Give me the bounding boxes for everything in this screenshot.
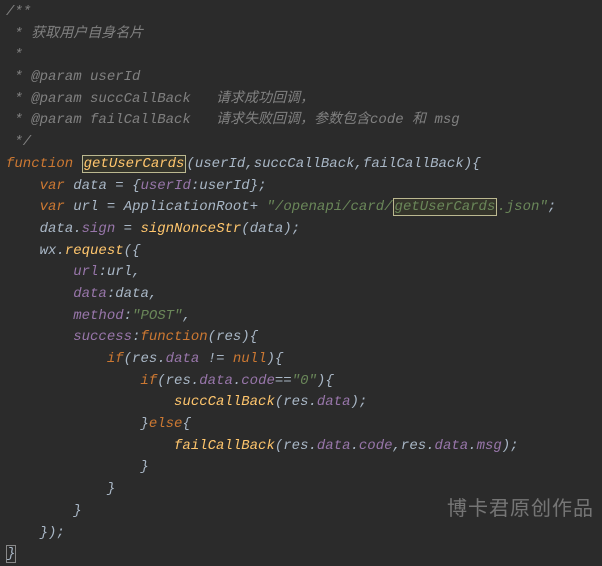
code-line: }	[6, 479, 596, 501]
code-line: wx.request({	[6, 241, 596, 263]
string-highlighted: getUserCards	[393, 198, 498, 216]
comment-line: * @param succCallBack 请求成功回调，	[6, 89, 596, 111]
code-line: }	[6, 501, 596, 523]
code-line: var data = {userId:userId};	[6, 176, 596, 198]
code-line: var url = ApplicationRoot+ "/openapi/car…	[6, 197, 596, 219]
comment-line: */	[6, 132, 596, 154]
code-line: method:"POST",	[6, 306, 596, 328]
code-line: });	[6, 523, 596, 545]
code-line: function getUserCards(userId,succCallBac…	[6, 154, 596, 176]
comment-line: /**	[6, 2, 596, 24]
keyword-function: function	[6, 156, 73, 172]
code-line: succCallBack(res.data);	[6, 392, 596, 414]
code-line: }	[6, 544, 596, 566]
code-editor[interactable]: /** * 获取用户自身名片 * * @param userId * @para…	[6, 2, 596, 566]
code-line: failCallBack(res.data.code,res.data.msg)…	[6, 436, 596, 458]
comment-line: * 获取用户自身名片	[6, 24, 596, 46]
code-line: }else{	[6, 414, 596, 436]
comment-line: * @param userId	[6, 67, 596, 89]
function-name-highlighted: getUserCards	[82, 155, 187, 173]
cursor-position: }	[6, 545, 16, 563]
code-line: if(res.data != null){	[6, 349, 596, 371]
code-line: if(res.data.code=="0"){	[6, 371, 596, 393]
comment-line: *	[6, 45, 596, 67]
code-line: data:data,	[6, 284, 596, 306]
code-line: }	[6, 457, 596, 479]
code-line: data.sign = signNonceStr(data);	[6, 219, 596, 241]
code-line: success:function(res){	[6, 327, 596, 349]
comment-line: * @param failCallBack 请求失败回调，参数包含code 和 …	[6, 110, 596, 132]
code-line: url:url,	[6, 262, 596, 284]
